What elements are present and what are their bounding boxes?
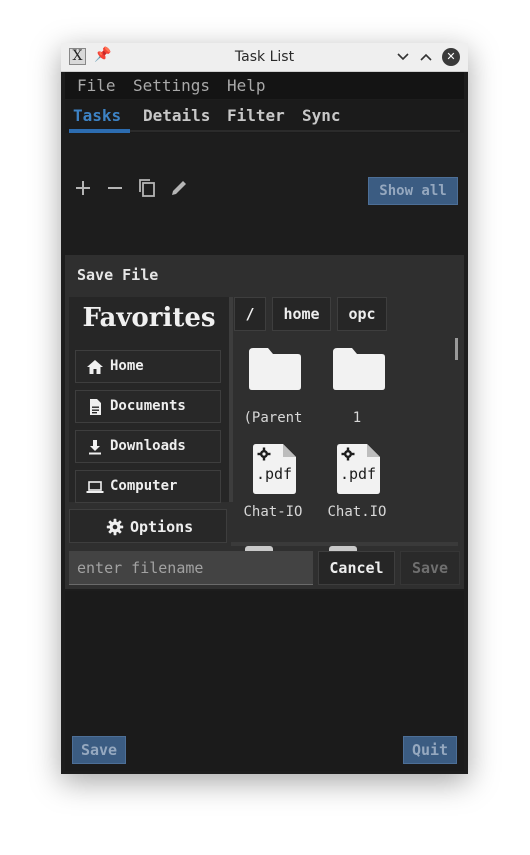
dialog-save-button[interactable]: Save <box>400 551 460 585</box>
title-bar[interactable]: X 📌 Task List ✕ <box>61 43 468 72</box>
favorite-label: Documents <box>110 398 186 414</box>
options-button[interactable]: Options <box>69 509 227 543</box>
filename-input[interactable] <box>69 551 313 585</box>
copy-icon[interactable] <box>136 177 158 199</box>
pdf-file-icon: .pdf <box>253 444 296 494</box>
file-name: (Parent <box>243 410 303 426</box>
close-button[interactable]: ✕ <box>442 48 460 66</box>
maximize-button[interactable] <box>416 47 436 67</box>
file-item-parent[interactable]: (Parent <box>235 347 311 439</box>
task-toolbar: Show all <box>65 133 464 253</box>
download-icon <box>89 440 101 455</box>
file-name: 1 <box>352 410 362 426</box>
file-item-chat-io-dash[interactable]: .pdf Chat-IO <box>235 441 311 533</box>
chevron-down-icon <box>397 53 409 61</box>
file-extension: .pdf <box>256 465 292 483</box>
menu-help[interactable]: Help <box>227 76 266 95</box>
pdf-file-icon: .pdf <box>337 444 380 494</box>
file-name: Chat.IO <box>327 504 387 520</box>
file-item-chat-io-dot[interactable]: .pdf Chat.IO <box>319 441 395 533</box>
gear-icon <box>106 518 124 536</box>
file-item-1[interactable]: 1 <box>319 347 395 439</box>
tab-tasks[interactable]: Tasks <box>73 106 121 125</box>
dialog-title: Save File <box>77 266 159 284</box>
add-icon[interactable] <box>72 177 94 199</box>
tab-bar: Tasks Details Filter Sync <box>65 100 464 133</box>
tab-filter[interactable]: Filter <box>227 106 285 125</box>
favorite-label: Computer <box>110 478 178 494</box>
file-extension: .pdf <box>340 465 376 483</box>
chevron-up-icon <box>420 53 432 61</box>
document-icon <box>90 399 101 415</box>
menu-file[interactable]: File <box>77 76 116 95</box>
favorite-label: Home <box>110 358 144 374</box>
show-all-button[interactable]: Show all <box>368 177 458 205</box>
favorites-heading: Favorites <box>82 303 216 333</box>
close-icon: ✕ <box>446 50 456 63</box>
home-icon <box>87 360 103 374</box>
tab-sync[interactable]: Sync <box>302 106 341 125</box>
favorites-panel: Favorites Home Documents Downloads Compu… <box>69 297 233 503</box>
quit-button[interactable]: Quit <box>403 736 457 764</box>
file-grid-scrollbar[interactable] <box>455 338 458 360</box>
favorite-computer[interactable]: Computer <box>75 470 221 503</box>
remove-icon[interactable] <box>104 177 126 199</box>
menu-bar: File Settings Help <box>65 72 464 99</box>
file-name: Chat-IO <box>243 504 303 520</box>
folder-icon <box>333 348 385 390</box>
favorites-scrollbar[interactable] <box>229 297 233 502</box>
save-button[interactable]: Save <box>72 736 126 764</box>
favorite-downloads[interactable]: Downloads <box>75 430 221 463</box>
folder-icon <box>249 348 301 390</box>
minimize-button[interactable] <box>393 47 413 67</box>
breadcrumb-opc[interactable]: opc <box>337 297 387 331</box>
cancel-button[interactable]: Cancel <box>318 551 395 585</box>
favorite-home[interactable]: Home <box>75 350 221 383</box>
tab-divider <box>130 130 460 132</box>
favorite-documents[interactable]: Documents <box>75 390 221 423</box>
edit-icon[interactable] <box>168 177 190 199</box>
options-label: Options <box>130 518 194 536</box>
breadcrumb-root[interactable]: / <box>234 297 266 331</box>
tab-details[interactable]: Details <box>143 106 210 125</box>
breadcrumb-home[interactable]: home <box>272 297 331 331</box>
task-list-window: X 📌 Task List ✕ File Settings Help Tasks… <box>61 43 468 774</box>
save-file-dialog: Save File Favorites Home Documents Downl… <box>65 255 464 589</box>
laptop-icon <box>86 481 104 493</box>
menu-settings[interactable]: Settings <box>133 76 210 95</box>
favorite-label: Downloads <box>110 438 186 454</box>
